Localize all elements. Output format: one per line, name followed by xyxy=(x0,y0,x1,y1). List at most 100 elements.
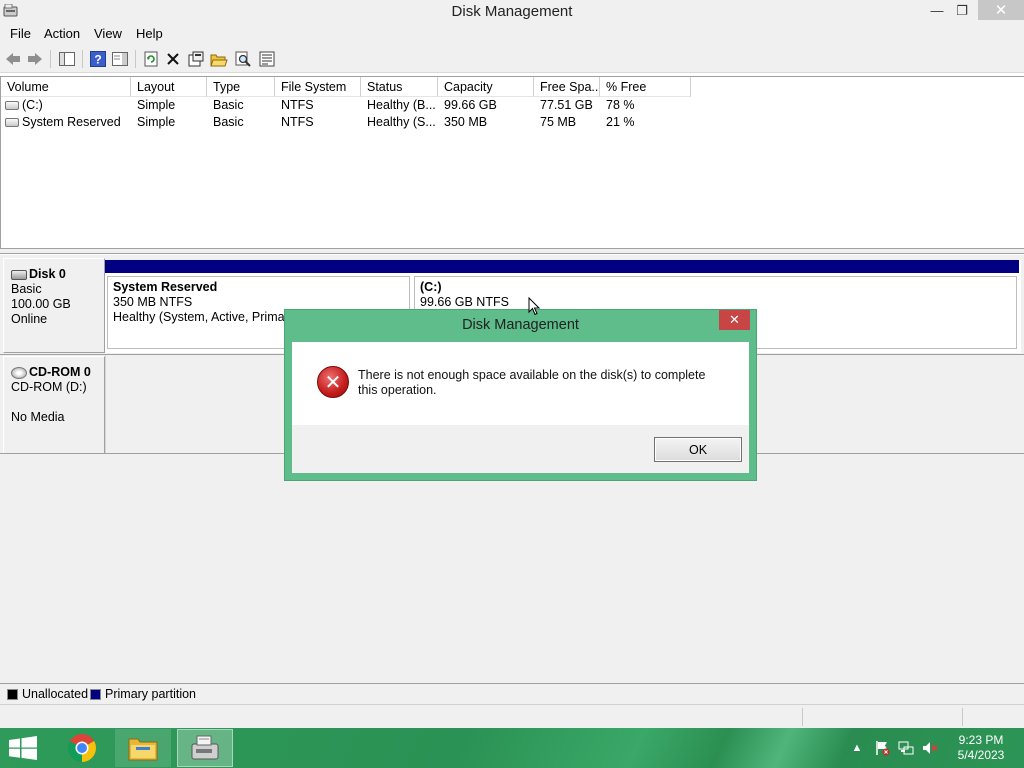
cdrom-0-label[interactable]: CD-ROM 0 CD-ROM (D:) No Media xyxy=(3,356,105,454)
percent-free-cell: 21 % xyxy=(606,115,635,129)
column-header-layout[interactable]: Layout xyxy=(131,77,207,97)
type-cell: Basic xyxy=(213,98,244,112)
cdrom-0-media: No Media xyxy=(11,410,65,424)
cdrom-spacer xyxy=(11,395,104,410)
legend-label: Primary partition xyxy=(105,687,196,701)
svg-text:?: ? xyxy=(94,53,101,67)
toolbar-separator xyxy=(82,50,83,68)
file-system-cell: NTFS xyxy=(281,115,314,129)
volume-list[interactable]: Volume Layout Type File System Status Ca… xyxy=(0,76,1024,248)
minimize-button[interactable]: — xyxy=(920,0,954,21)
hard-disk-icon xyxy=(11,269,27,280)
disk-0-size: 100.00 GB xyxy=(11,297,71,311)
taskbar-disk-management[interactable] xyxy=(177,729,233,767)
drive-icon xyxy=(5,100,19,110)
column-header-capacity[interactable]: Capacity xyxy=(438,77,534,97)
forward-icon[interactable] xyxy=(26,50,44,68)
toolbar-separator xyxy=(135,50,136,68)
file-system-cell: NTFS xyxy=(281,98,314,112)
menu-bar: File Action View Help xyxy=(0,23,1024,44)
open-icon[interactable] xyxy=(210,50,228,68)
menu-help[interactable]: Help xyxy=(136,26,163,41)
free-space-cell: 75 MB xyxy=(540,115,577,129)
layout-cell: Simple xyxy=(137,98,176,112)
properties-view-icon[interactable] xyxy=(111,50,129,68)
taskbar-file-explorer[interactable] xyxy=(115,729,171,767)
toolbar-separator xyxy=(50,50,51,68)
legend-label: Unallocated xyxy=(22,687,89,701)
column-header-volume[interactable]: Volume xyxy=(1,77,131,97)
primary-partition-bar xyxy=(412,260,1019,273)
cdrom-0-drive: CD-ROM (D:) xyxy=(11,380,87,394)
maximize-button[interactable]: ❐ xyxy=(950,0,974,21)
title-bar[interactable]: Disk Management — ❐ ✕ xyxy=(0,0,1024,23)
free-space-cell: 77.51 GB xyxy=(540,98,593,112)
help-icon[interactable]: ? xyxy=(89,50,107,68)
status-panel xyxy=(962,708,1024,726)
menu-action[interactable]: Action xyxy=(44,26,80,41)
action-center-flag-icon[interactable] xyxy=(874,740,890,756)
mouse-cursor-icon xyxy=(528,297,540,316)
cdrom-0-name: CD-ROM 0 xyxy=(11,365,104,380)
column-header-free-space[interactable]: Free Spa... xyxy=(534,77,600,97)
dialog-message-area: ✕ There is not enough space available on… xyxy=(292,342,749,425)
clock-date: 5/4/2023 xyxy=(957,748,1005,762)
volume-muted-icon[interactable] xyxy=(922,740,938,756)
cd-rom-icon xyxy=(11,366,27,379)
delete-icon[interactable] xyxy=(164,50,182,68)
partition-name: System Reserved xyxy=(113,280,218,294)
taskbar: ▲ 9:23 PM 5/4/2023 xyxy=(0,728,1024,768)
column-header-file-system[interactable]: File System xyxy=(275,77,361,97)
column-header-status[interactable]: Status xyxy=(361,77,438,97)
table-row[interactable]: System Reserved Simple Basic NTFS Health… xyxy=(1,114,1023,131)
partition-size: 99.66 GB NTFS xyxy=(420,295,509,309)
rescan-icon[interactable] xyxy=(258,50,276,68)
pane-splitter[interactable] xyxy=(0,248,1024,254)
table-row[interactable]: (C:) Simple Basic NTFS Healthy (B... 99.… xyxy=(1,97,1023,114)
properties-icon[interactable] xyxy=(187,50,205,68)
window-title: Disk Management xyxy=(451,3,573,20)
show-hidden-icons-button[interactable]: ▲ xyxy=(849,740,865,756)
type-cell: Basic xyxy=(213,115,244,129)
dialog-client-area: ✕ There is not enough space available on… xyxy=(292,342,749,473)
back-icon[interactable] xyxy=(4,50,22,68)
layout-cell: Simple xyxy=(137,115,176,129)
status-panel xyxy=(802,708,962,726)
dialog-title: Disk Management xyxy=(462,317,579,333)
capacity-cell: 99.66 GB xyxy=(444,98,497,112)
dialog-button-area: OK xyxy=(292,425,749,473)
disk-0-name: Disk 0 xyxy=(11,267,104,282)
windows-start-icon[interactable] xyxy=(8,736,38,760)
taskbar-chrome[interactable] xyxy=(54,729,110,767)
disk-0-label[interactable]: Disk 0 Basic 100.00 GB Online xyxy=(3,258,105,353)
dialog-close-button[interactable]: ✕ xyxy=(719,310,750,330)
column-header-percent-free[interactable]: % Free xyxy=(600,77,691,97)
file-explorer-icon xyxy=(128,738,158,761)
disk-0-type: Basic xyxy=(11,282,42,296)
network-icon[interactable] xyxy=(898,740,914,756)
legend: Unallocated Primary partition xyxy=(0,683,1024,704)
volume-cell: (C:) xyxy=(5,98,133,112)
ok-button[interactable]: OK xyxy=(654,437,742,462)
status-cell: Healthy (S... xyxy=(367,115,436,129)
column-header-type[interactable]: Type xyxy=(207,77,275,97)
disk-management-icon xyxy=(191,735,219,760)
search-icon[interactable] xyxy=(234,50,252,68)
close-button[interactable]: ✕ xyxy=(978,0,1024,20)
legend-swatch-primary xyxy=(90,688,101,700)
capacity-cell: 350 MB xyxy=(444,115,488,129)
legend-primary-partition: Primary partition xyxy=(90,687,196,701)
menu-file[interactable]: File xyxy=(10,26,31,41)
menu-view[interactable]: View xyxy=(94,26,122,41)
primary-partition-bar xyxy=(105,260,412,273)
status-bar xyxy=(0,704,1024,728)
refresh-icon[interactable] xyxy=(142,50,160,68)
dialog-message: There is not enough space available on t… xyxy=(358,368,706,397)
console-tree-icon[interactable] xyxy=(58,50,76,68)
error-dialog: Disk Management ✕ ✕ There is not enough … xyxy=(284,309,757,481)
volume-name: System Reserved xyxy=(22,115,121,129)
volume-cell: System Reserved xyxy=(5,115,133,129)
chrome-icon xyxy=(68,734,96,762)
error-icon: ✕ xyxy=(317,366,349,398)
taskbar-clock[interactable]: 9:23 PM 5/4/2023 xyxy=(946,733,1016,763)
